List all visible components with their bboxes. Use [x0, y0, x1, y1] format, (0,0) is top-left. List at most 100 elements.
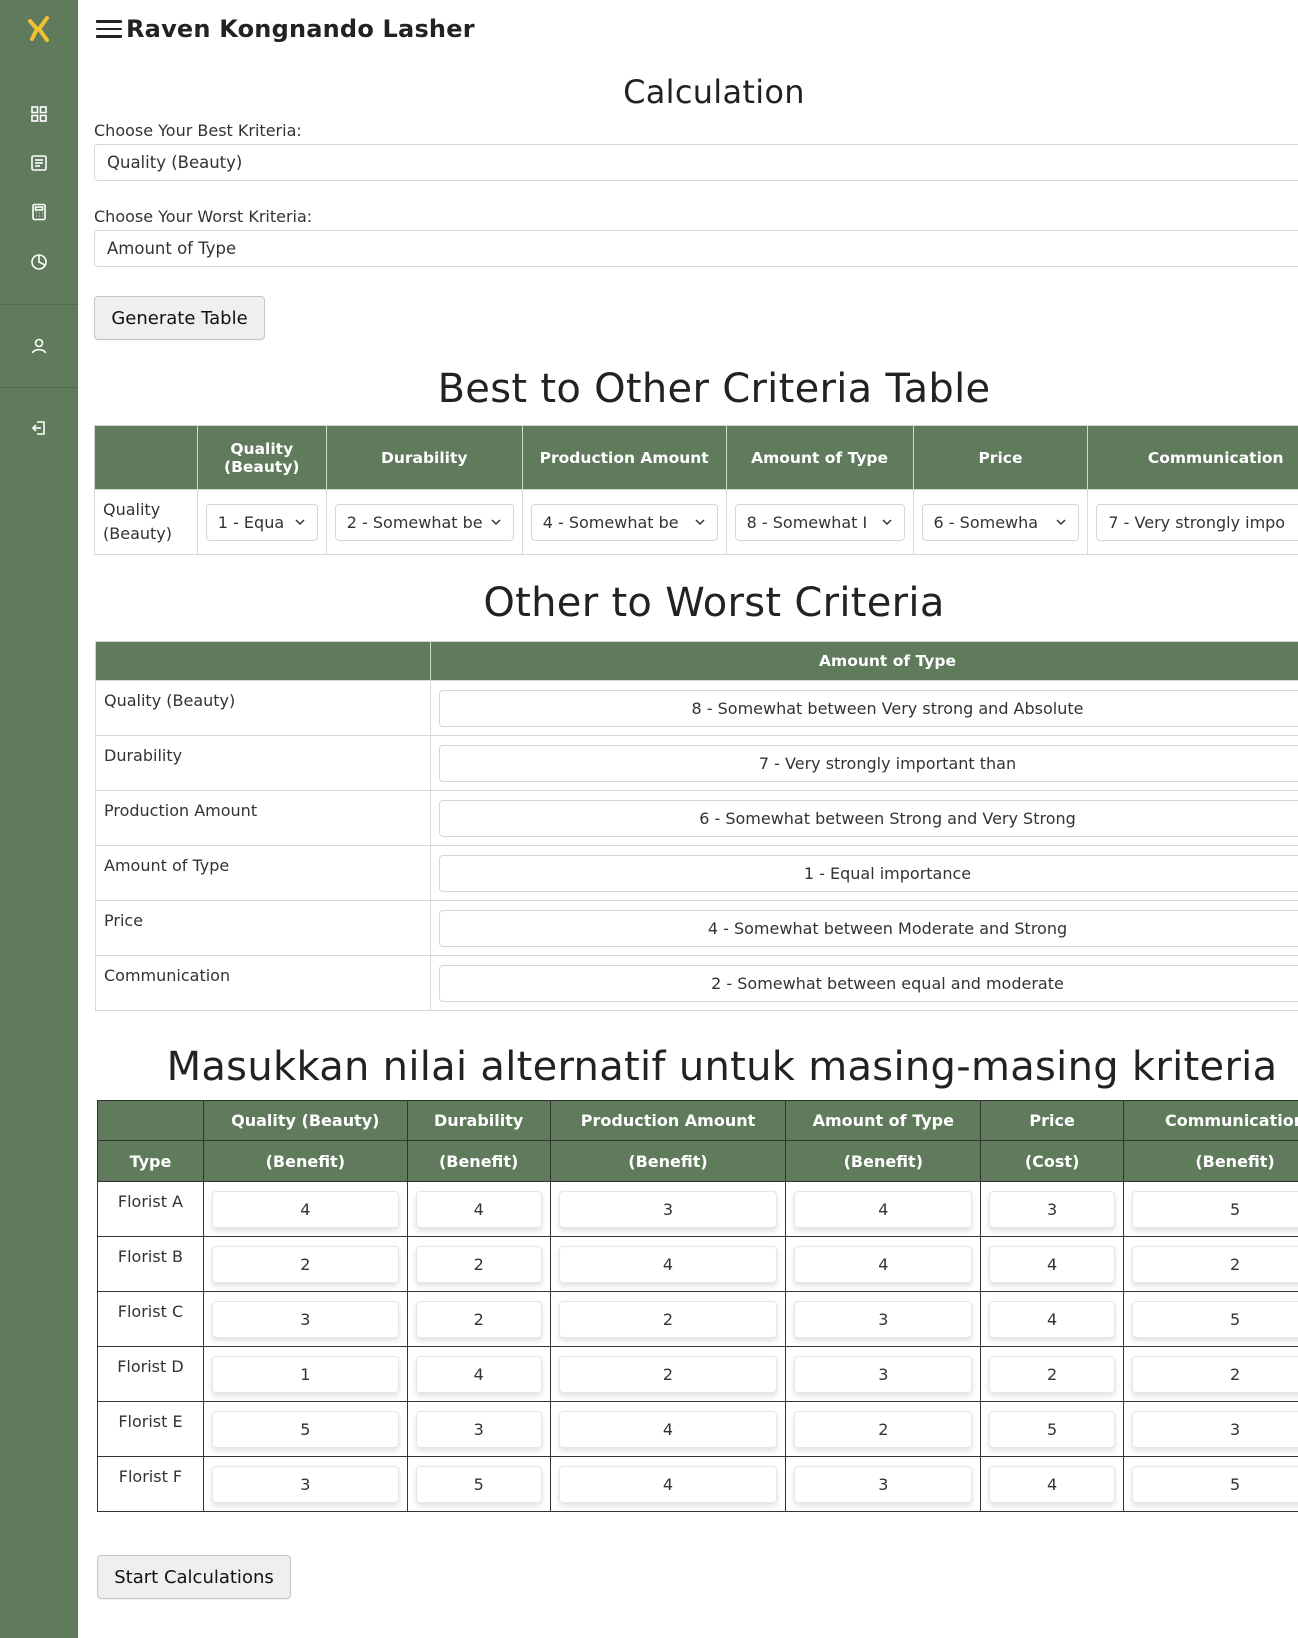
type-header: Type: [97, 1140, 204, 1182]
criteria-header: Production Amount: [549, 1100, 787, 1141]
worst-comparison-select[interactable]: 1 - Equal importance: [439, 854, 1298, 892]
user-icon[interactable]: [27, 334, 51, 358]
generate-table-button[interactable]: Generate Table: [94, 296, 265, 340]
value-cell: 3: [202, 1456, 408, 1512]
alternative-value-input[interactable]: 5: [211, 1410, 399, 1448]
worst-comparison-select[interactable]: 2 - Somewhat between equal and moderate: [439, 964, 1298, 1002]
value-cell: 3: [549, 1181, 787, 1237]
table-row: Florist E534253: [97, 1401, 1298, 1457]
value-cell: 2: [406, 1291, 551, 1347]
worst-criteria-select[interactable]: Amount of Type: [94, 230, 1298, 267]
value-cell: 4: [980, 1291, 1125, 1347]
alternative-value-input[interactable]: 3: [1132, 1410, 1298, 1448]
alternative-name: Florist D: [97, 1346, 204, 1402]
value-cell: 3: [1123, 1401, 1298, 1457]
criteria-kind: (Benefit): [406, 1140, 551, 1182]
alternative-value-input[interactable]: 3: [794, 1465, 973, 1503]
worst-table-row: Durability 7 - Very strongly important th…: [95, 735, 1298, 791]
value-cell: 3: [785, 1456, 982, 1512]
logo-icon[interactable]: [22, 12, 56, 46]
other-to-worst-body: Quality (Beauty) 8 - Somewhat between Ver…: [95, 680, 1298, 1011]
criteria-header: Amount of Type: [785, 1100, 982, 1141]
alternative-value-input[interactable]: 5: [1132, 1190, 1298, 1228]
alternative-value-input[interactable]: 5: [989, 1410, 1116, 1448]
value-cell: 5: [980, 1401, 1125, 1457]
pairwise-select[interactable]: 6 - Somewha: [921, 503, 1080, 541]
alternative-name: Florist F: [97, 1456, 204, 1512]
worst-row-label: Amount of Type: [95, 845, 431, 901]
grid-icon[interactable]: [27, 102, 51, 126]
alternative-value-input[interactable]: 4: [794, 1190, 973, 1228]
alternative-value-input[interactable]: 3: [415, 1410, 542, 1448]
alternative-value-input[interactable]: 4: [989, 1245, 1116, 1283]
value-cell: 4: [406, 1346, 551, 1402]
alternative-value-input[interactable]: 2: [989, 1355, 1116, 1393]
worst-table-row: Price 4 - Somewhat between Moderate and S…: [95, 900, 1298, 956]
alternative-value-input[interactable]: 3: [211, 1300, 399, 1338]
worst-comparison-select[interactable]: 8 - Somewhat between Very strong and Abs…: [439, 689, 1298, 727]
pie-chart-icon[interactable]: [27, 250, 51, 274]
alternative-value-input[interactable]: 4: [989, 1465, 1116, 1503]
alternative-value-input[interactable]: 3: [989, 1190, 1116, 1228]
value-cell: 4: [549, 1401, 787, 1457]
worst-comparison-select[interactable]: 7 - Very strongly important than: [439, 744, 1298, 782]
sidebar-divider: [0, 304, 78, 305]
value-cell: 4: [549, 1456, 787, 1512]
alternative-value-input[interactable]: 2: [211, 1245, 399, 1283]
pairwise-select[interactable]: 8 - Somewhat I: [734, 503, 905, 541]
start-calculations-button[interactable]: Start Calculations: [97, 1555, 291, 1599]
value-cell: 4: [785, 1181, 982, 1237]
alternative-value-input[interactable]: 4: [558, 1465, 778, 1503]
best-table-header-empty: [94, 425, 198, 490]
best-table-title: Best to Other Criteria Table: [437, 366, 991, 412]
alternative-value-input[interactable]: 4: [558, 1245, 778, 1283]
alternative-value-input[interactable]: 3: [211, 1465, 399, 1503]
alternative-value-input[interactable]: 5: [1132, 1300, 1298, 1338]
criteria-header: Quality (Beauty): [202, 1100, 408, 1141]
alternative-value-input[interactable]: 2: [415, 1245, 542, 1283]
worst-comparison-select[interactable]: 6 - Somewhat between Strong and Very Str…: [439, 799, 1298, 837]
pairwise-select[interactable]: 4 - Somewhat be: [530, 503, 718, 541]
alternative-value-input[interactable]: 1: [211, 1355, 399, 1393]
best-criteria-select[interactable]: Quality (Beauty): [94, 144, 1298, 181]
alternative-value-input[interactable]: 2: [415, 1300, 542, 1338]
alternative-value-input[interactable]: 4: [558, 1410, 778, 1448]
logout-icon[interactable]: [27, 416, 51, 440]
document-icon[interactable]: [27, 151, 51, 175]
table-row: Florist D142322: [97, 1346, 1298, 1402]
worst-comparison-select[interactable]: 4 - Somewhat between Moderate and Strong: [439, 909, 1298, 947]
alternative-value-input[interactable]: 2: [558, 1355, 778, 1393]
criteria-kind: (Benefit): [202, 1140, 408, 1182]
worst-row-label: Price: [95, 900, 431, 956]
alternative-value-input[interactable]: 2: [1132, 1245, 1298, 1283]
alternative-value-input[interactable]: 5: [415, 1465, 542, 1503]
value-cell: 5: [202, 1401, 408, 1457]
alternative-value-input[interactable]: 3: [794, 1300, 973, 1338]
pairwise-select[interactable]: 7 - Very strongly impo: [1096, 503, 1298, 541]
alternative-values-table: Quality (Beauty) Durability Production A…: [97, 1100, 1298, 1512]
alternative-value-input[interactable]: 3: [794, 1355, 973, 1393]
chevron-down-icon: [882, 519, 892, 526]
alternative-value-input[interactable]: 4: [989, 1300, 1116, 1338]
alternative-value-input[interactable]: 3: [558, 1190, 778, 1228]
hamburger-menu-icon[interactable]: [96, 18, 122, 40]
alternative-value-input[interactable]: 4: [794, 1245, 973, 1283]
calculator-icon[interactable]: [27, 200, 51, 224]
criteria-header: Price: [980, 1100, 1125, 1141]
alternative-value-input[interactable]: 2: [1132, 1355, 1298, 1393]
alternative-table-title: Masukkan nilai alternatif untuk masing-m…: [166, 1044, 1278, 1090]
select-value: 6 - Somewhat between Strong and Very Str…: [699, 808, 1076, 828]
chevron-down-icon: [491, 519, 501, 526]
pairwise-select[interactable]: 1 - Equa: [205, 503, 318, 541]
alternative-value-input[interactable]: 2: [794, 1410, 973, 1448]
pairwise-select[interactable]: 2 - Somewhat be: [334, 503, 514, 541]
alternative-value-input[interactable]: 4: [415, 1190, 542, 1228]
select-value: 2 - Somewhat be: [346, 512, 483, 532]
best-table-header: Amount of Type: [725, 425, 914, 490]
alternative-value-input[interactable]: 2: [558, 1300, 778, 1338]
alternative-value-input[interactable]: 4: [211, 1190, 399, 1228]
sidebar-divider: [0, 387, 78, 388]
alternative-value-input[interactable]: 5: [1132, 1465, 1298, 1503]
alternative-value-input[interactable]: 4: [415, 1355, 542, 1393]
alternative-name: Florist A: [97, 1181, 204, 1237]
